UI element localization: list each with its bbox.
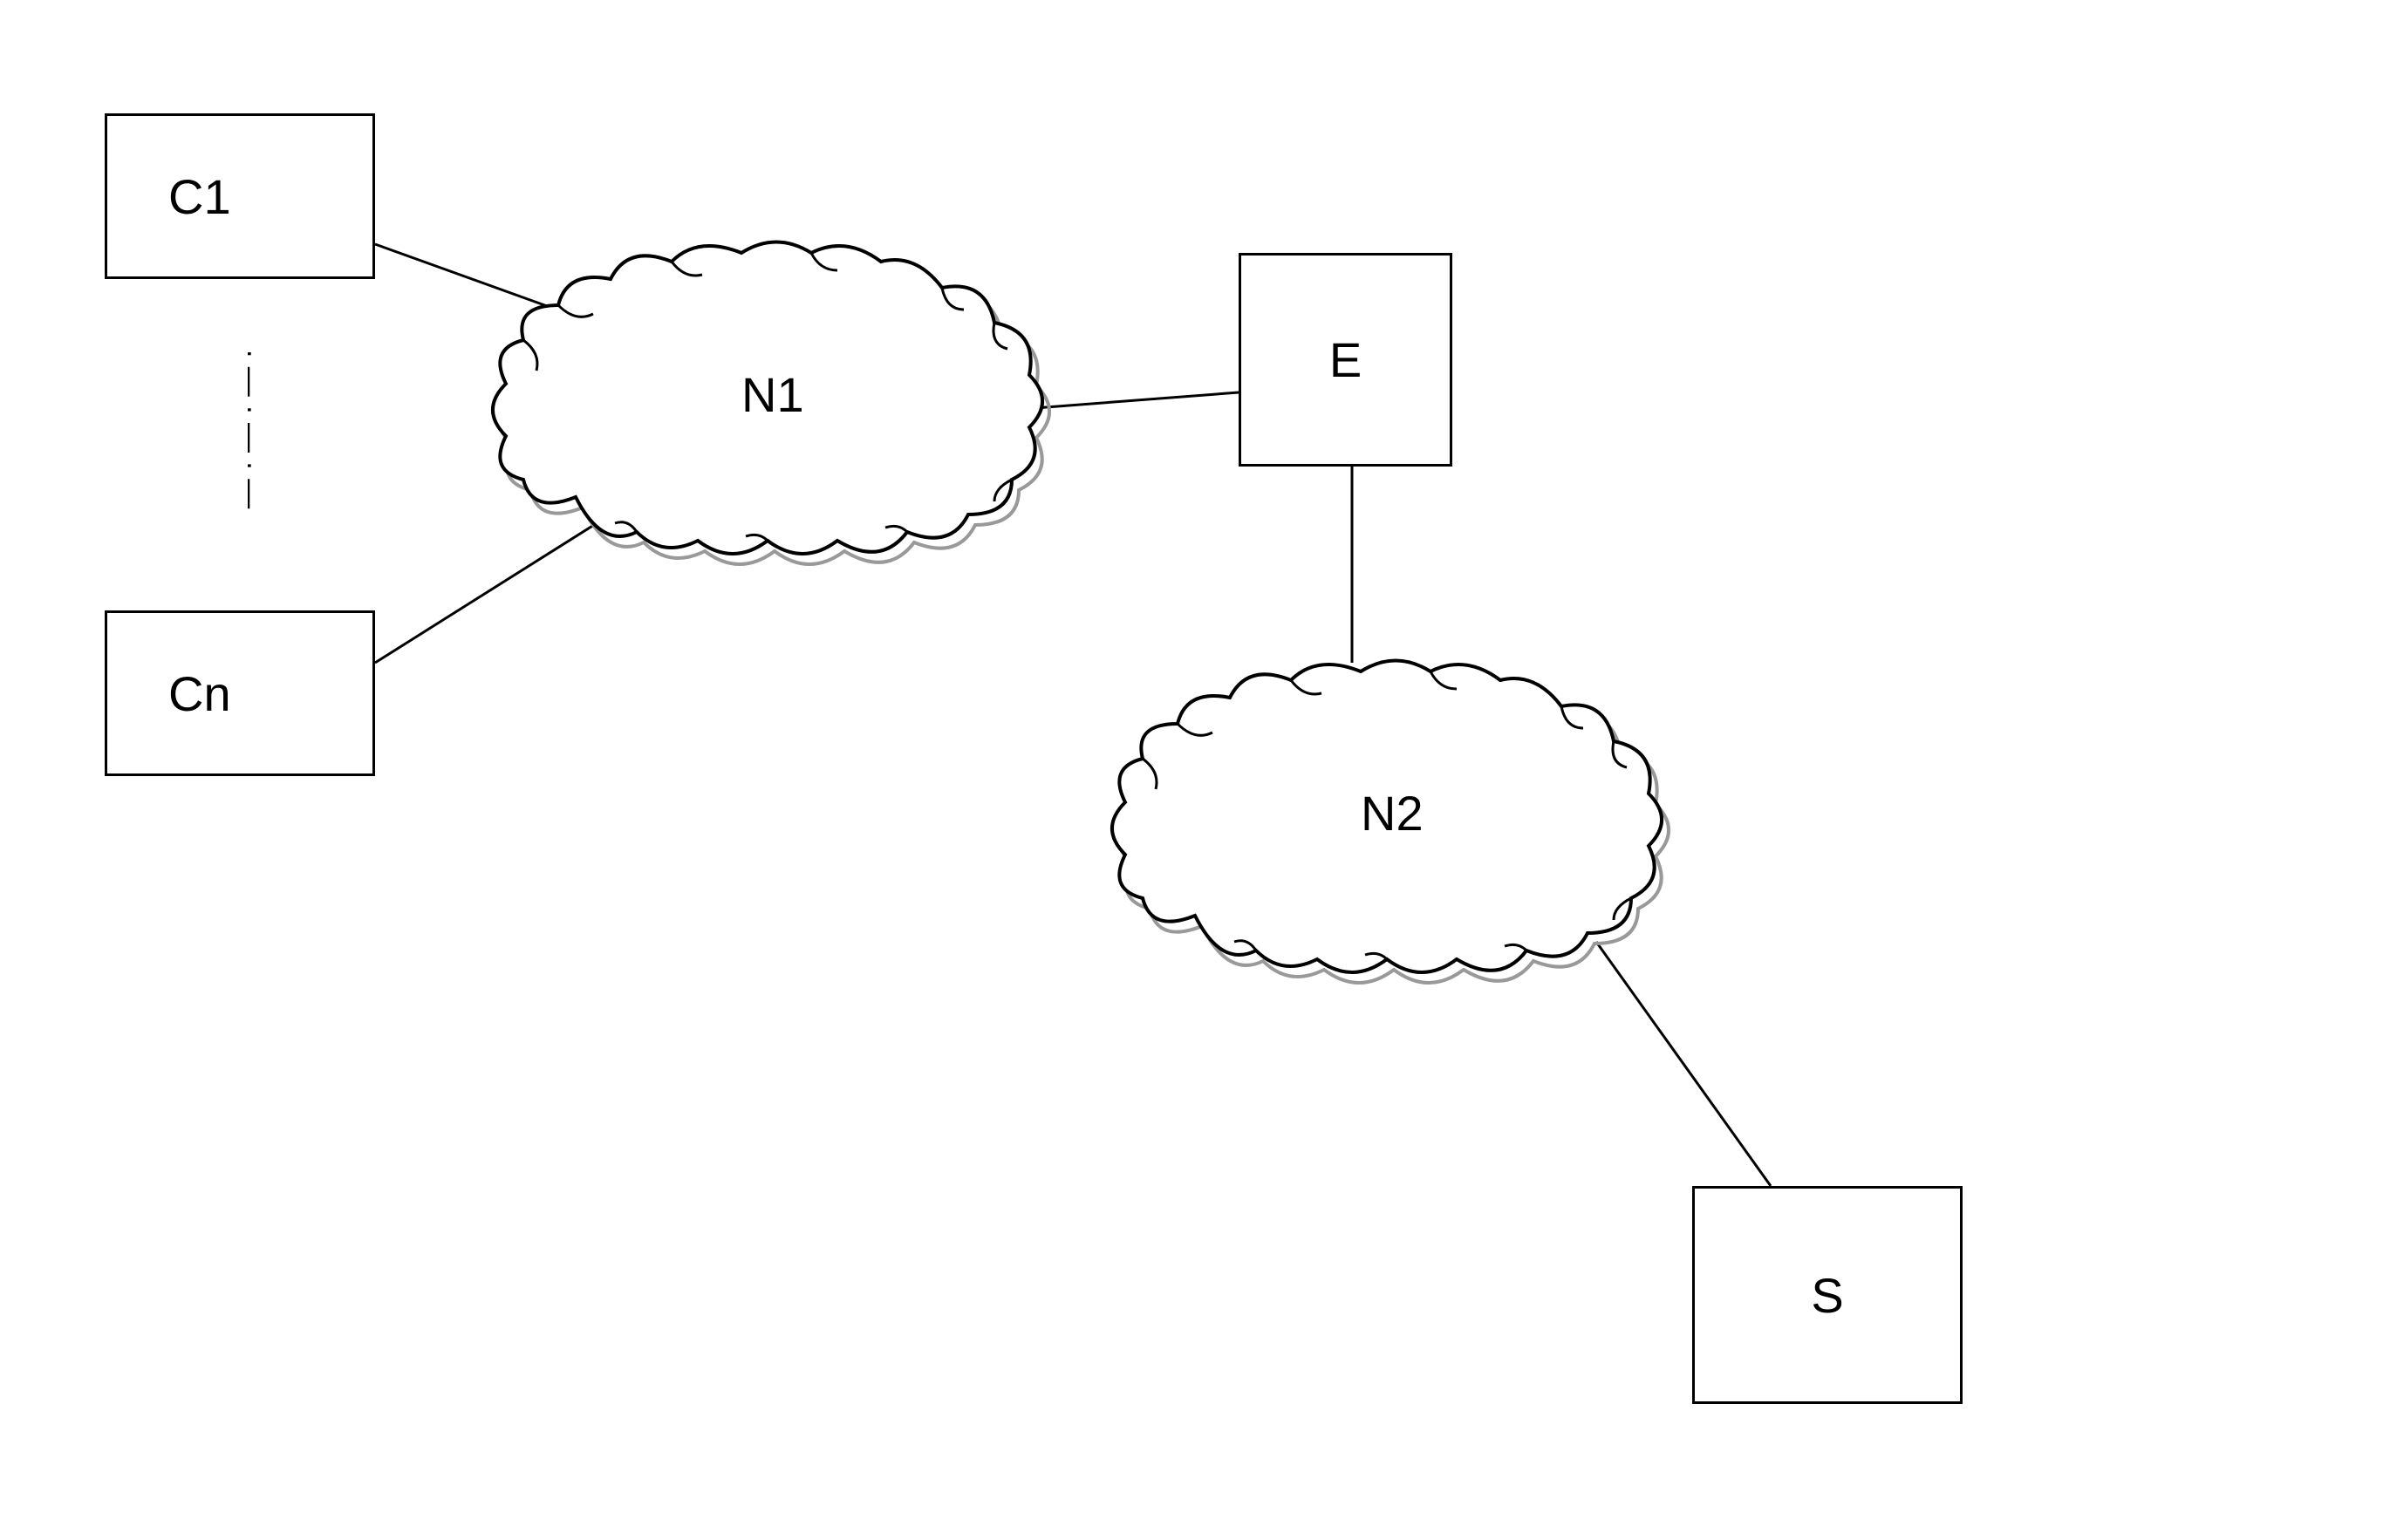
- cloud-n2-label: N2: [1361, 785, 1424, 842]
- network-diagram: N1 N2 C1 Cn · — · — · —: [0, 0, 2383, 1540]
- cloud-n1-label: N1: [741, 366, 804, 423]
